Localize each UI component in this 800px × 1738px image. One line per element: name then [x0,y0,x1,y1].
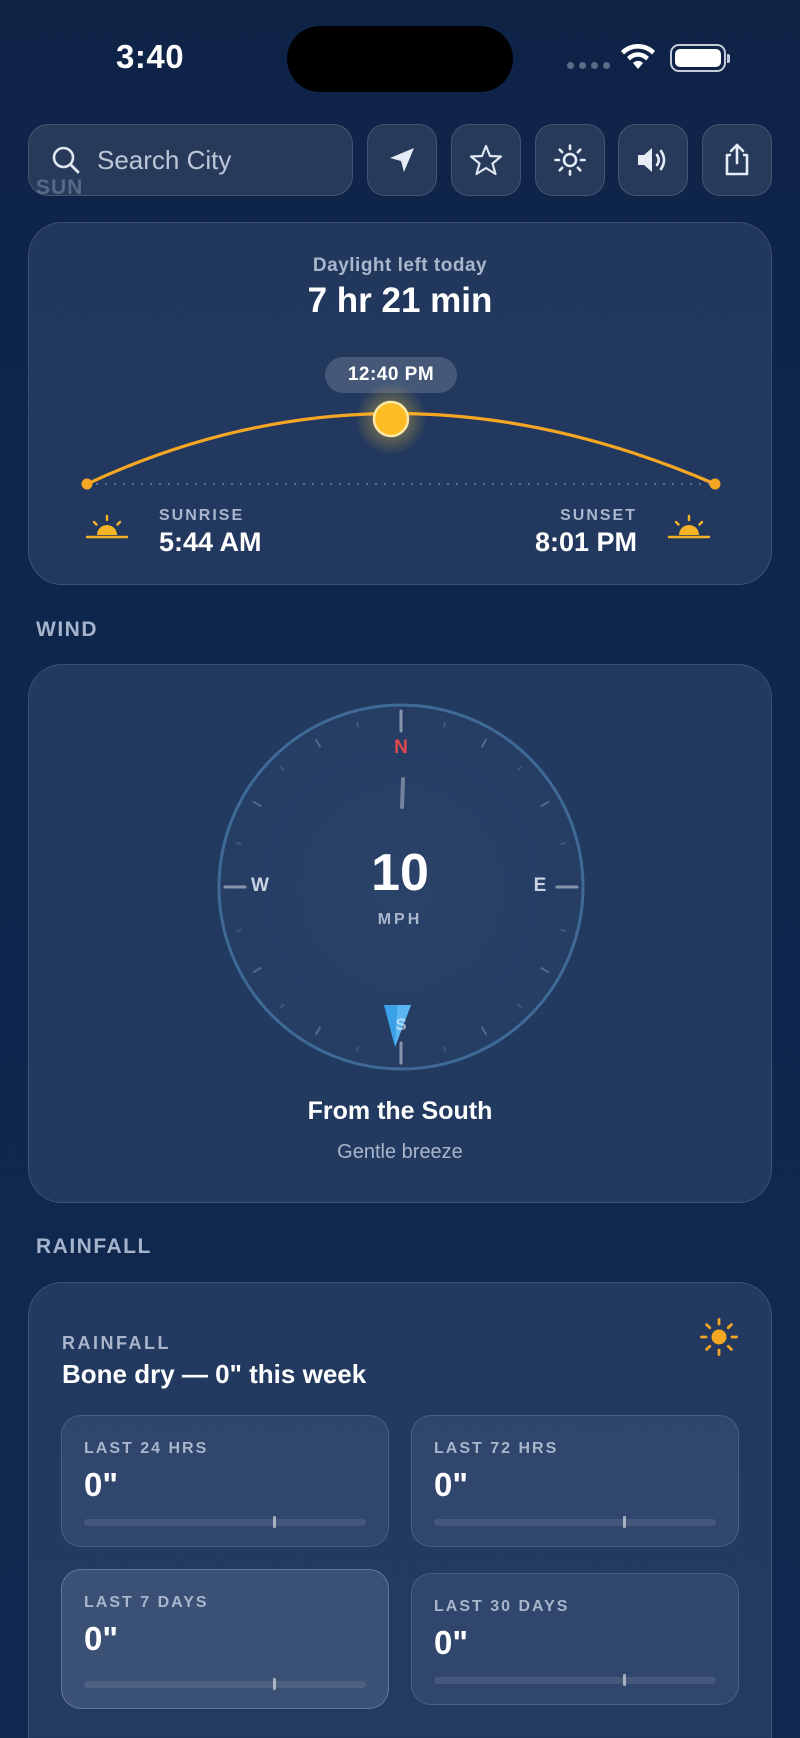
wind-description: Gentle breeze [337,1141,463,1163]
wind-direction: From the South [307,1097,493,1125]
rainfall-card: RAINFALL Bone dry — 0" this week LAST 24… [28,1282,772,1738]
rainfall-bar [434,1674,716,1686]
tile-label: LAST 7 DAYS [84,1594,209,1611]
wifi-icon [621,43,655,69]
brightness-icon [554,144,586,176]
share-icon [725,143,749,176]
sunset-time: 8:01 PM [534,527,637,557]
sunrise-label: SUNRISE [159,507,245,524]
compass-minor-tick [560,928,567,932]
average-marker [622,1674,626,1686]
sunset-icon [667,514,711,539]
compass-minor-tick [442,1046,446,1053]
tile-label: LAST 72 HRS [434,1440,559,1457]
tile-label: LAST 24 HRS [84,1440,209,1457]
rainfall-headline: Bone dry — 0" this week [62,1359,367,1389]
battery-icon [670,44,730,72]
brightness-button[interactable] [535,124,605,196]
sun-icon [700,1318,738,1356]
location-button[interactable] [367,124,437,196]
compass-minor-tick [235,928,242,932]
toolbar [28,124,772,196]
average-marker [272,1678,276,1690]
share-button[interactable] [702,124,772,196]
cellular-signal-icon [567,62,610,69]
compass-south-label: S [395,1015,407,1034]
location-arrow-icon [390,148,414,172]
current-time-pill: 12:40 PM [325,357,457,393]
tile-value: 0" [434,1624,468,1661]
sunrise-time: 5:44 AM [159,527,262,557]
wind-unit: MPH [377,911,423,928]
speaker-icon [638,148,666,172]
search-icon [52,146,80,174]
search-input[interactable] [97,144,327,176]
wind-card: N W E S 10 MPH From the South Gentle bre… [28,664,772,1203]
rainfall-tile-7d[interactable]: LAST 7 DAYS 0" [61,1569,389,1709]
dynamic-island [287,26,513,92]
sunset-label: SUNSET [560,507,637,524]
tile-label: LAST 30 DAYS [434,1598,570,1615]
wind-speed: 10 [371,844,429,902]
rainfall-tile-24h[interactable]: LAST 24 HRS 0" [61,1415,389,1547]
wind-section-title: WIND [36,618,98,641]
compass-north-label: N [394,737,408,758]
rainfall-section-title: RAINFALL [36,1235,152,1258]
rainfall-bar [84,1678,366,1690]
sun-card: Daylight left today 7 hr 21 min 12:40 PM… [28,222,772,585]
sun-path-arc [81,383,721,490]
star-icon [469,144,503,176]
status-bar: 3:40 [0,0,800,110]
sunrise-icon [85,514,129,539]
favorite-button[interactable] [451,124,521,196]
tile-value: 0" [84,1620,118,1657]
rainfall-bar [84,1516,366,1528]
rainfall-tile-72h[interactable]: LAST 72 HRS 0" [411,1415,739,1547]
sun-section-title: SUN [36,176,84,196]
average-marker [272,1516,276,1528]
tile-value: 0" [84,1466,118,1503]
status-time: 3:40 [116,38,185,75]
tile-value: 0" [434,1466,468,1503]
compass-minor-tick [442,721,446,728]
sound-button[interactable] [618,124,688,196]
rainfall-kicker: RAINFALL [62,1333,171,1353]
average-marker [622,1516,626,1528]
rainfall-bar [434,1516,716,1528]
rainfall-tile-30d[interactable]: LAST 30 DAYS 0" [411,1573,739,1705]
compass-minor-tick [356,1046,360,1053]
compass-minor-tick [356,721,360,728]
